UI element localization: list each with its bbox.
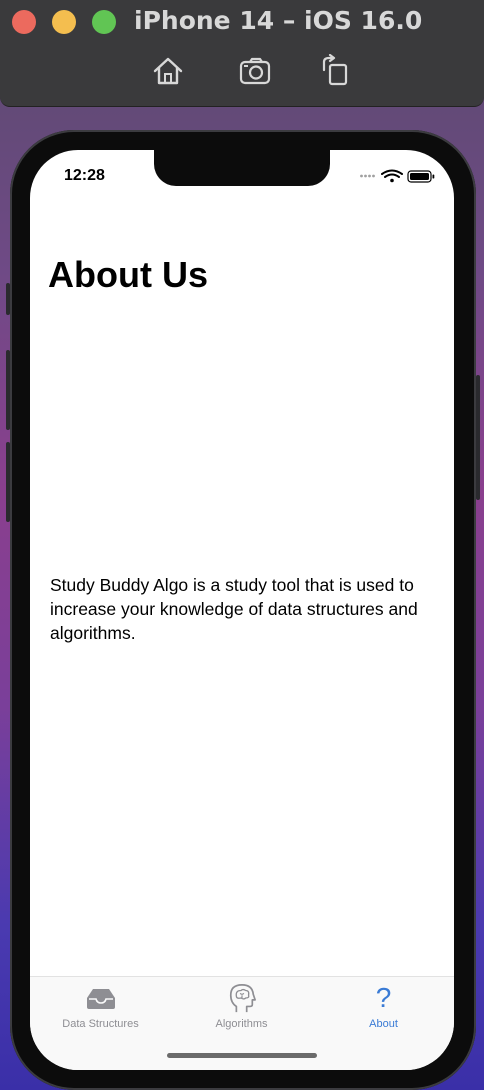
- about-description: Study Buddy Algo is a study tool that is…: [50, 575, 418, 643]
- power-button: [476, 375, 480, 500]
- signal-dots-icon: [360, 174, 375, 178]
- brain-head-icon: [229, 984, 256, 1013]
- rotate-button[interactable]: [319, 53, 353, 88]
- close-window-button[interactable]: [12, 10, 36, 34]
- wifi-icon: [381, 169, 403, 183]
- tab-data-structures[interactable]: Data Structures: [30, 977, 171, 1037]
- tab-label: About: [369, 1018, 398, 1030]
- mute-switch: [6, 283, 10, 315]
- status-time: 12:28: [64, 167, 105, 184]
- tray-icon: [86, 989, 115, 1009]
- volume-up-button: [6, 350, 10, 430]
- home-indicator[interactable]: [167, 1053, 317, 1058]
- home-icon: [153, 57, 183, 85]
- tab-bar: Data Structures Algorithms ? About: [30, 976, 454, 1070]
- home-button[interactable]: [151, 54, 185, 88]
- simulator-titlebar: iPhone 14 – iOS 16.0: [0, 0, 484, 107]
- volume-down-button: [6, 442, 10, 522]
- window-title: iPhone 14 – iOS 16.0: [134, 6, 423, 35]
- status-icons: [360, 168, 440, 184]
- question-mark-icon: ?: [375, 982, 392, 1013]
- rotate-icon: [322, 53, 348, 86]
- page-title: About Us: [48, 254, 208, 295]
- zoom-window-button[interactable]: [92, 10, 116, 34]
- tab-label: Algorithms: [215, 1018, 268, 1030]
- notch: [154, 150, 330, 186]
- tab-label: Data Structures: [62, 1018, 139, 1030]
- screenshot-icon: [239, 57, 271, 85]
- tab-algorithms[interactable]: Algorithms: [171, 977, 312, 1037]
- battery-icon: [407, 170, 435, 183]
- minimize-window-button[interactable]: [52, 10, 76, 34]
- tab-about[interactable]: ? About: [313, 977, 454, 1037]
- phone-screen: 12:28 About Us Study Buddy Algo is a stu…: [30, 150, 454, 1070]
- screenshot-button[interactable]: [239, 54, 273, 88]
